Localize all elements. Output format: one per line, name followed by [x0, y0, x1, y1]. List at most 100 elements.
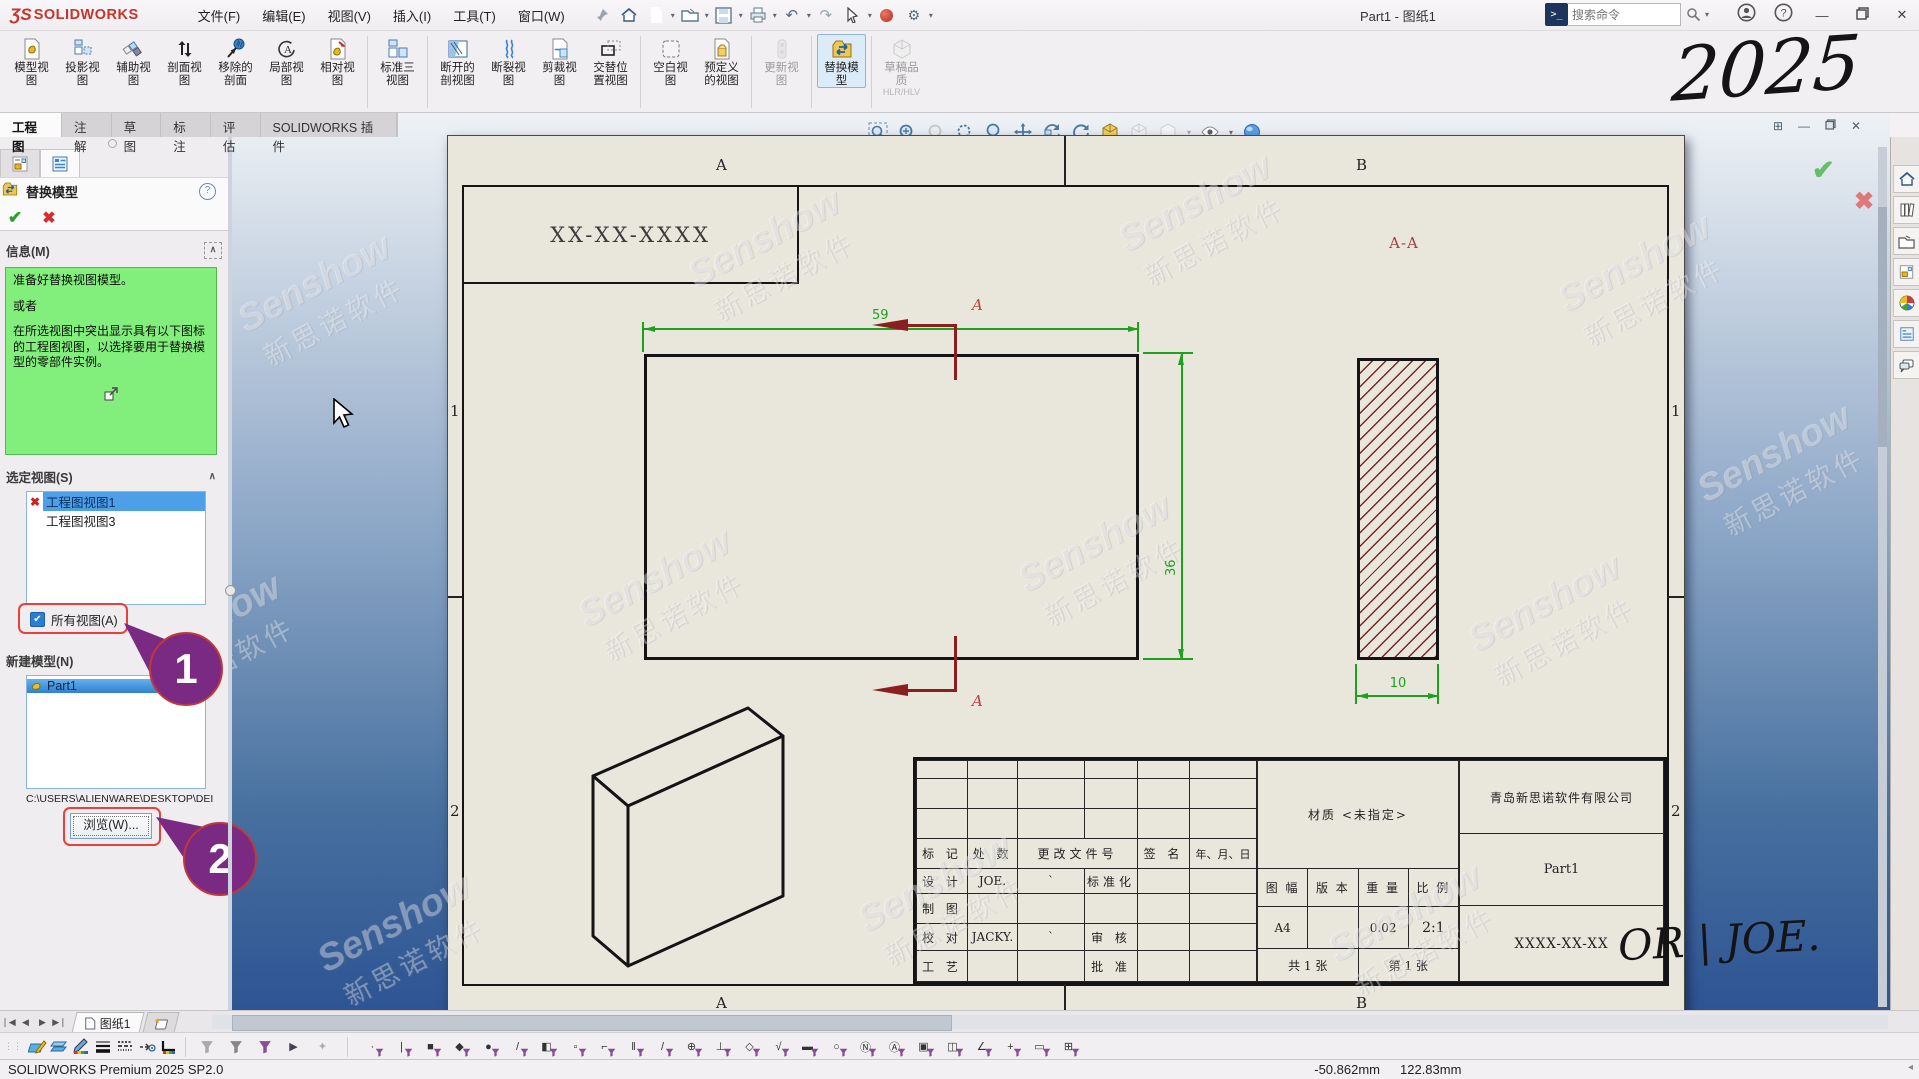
selected-views-group-header[interactable]: 选定视图(S) ∧: [6, 467, 222, 486]
last-sheet-button[interactable]: ▶❘: [51, 1013, 68, 1031]
remove-view-icon[interactable]: ✖: [27, 495, 43, 509]
menu-insert[interactable]: 插入(I): [382, 2, 442, 29]
new-document-caret[interactable]: ▾: [671, 11, 675, 20]
help-icon[interactable]: ?: [199, 183, 216, 200]
line-color-icon[interactable]: [70, 1036, 92, 1057]
home-button[interactable]: [617, 4, 641, 26]
select-cursor-icon[interactable]: ▶: [284, 1037, 303, 1056]
search-caret[interactable]: ▾: [1705, 10, 1709, 19]
select-button[interactable]: [841, 4, 865, 26]
ok-button[interactable]: ✔: [8, 208, 22, 228]
drawing-view-isometric[interactable]: [583, 698, 793, 988]
filter-surface-finish-icon[interactable]: Ⓐ: [885, 1037, 904, 1056]
appearances-icon[interactable]: [1893, 289, 1919, 317]
filter-midpoints-icon[interactable]: ⌐: [595, 1037, 614, 1056]
selected-views-list[interactable]: ✖ 工程图视图1 工程图视图3: [26, 491, 206, 605]
panel-splitter[interactable]: [228, 137, 232, 1010]
3dexperience-icon[interactable]: [875, 4, 899, 26]
filter-center-marks-icon[interactable]: ‖: [624, 1037, 643, 1056]
search-input[interactable]: [1568, 3, 1681, 26]
confirmation-corner-ok-icon[interactable]: ✔: [1812, 155, 1835, 186]
filter-centerlines-icon[interactable]: /: [653, 1037, 672, 1056]
crop-view-button[interactable]: 剪裁视图: [535, 34, 584, 88]
removed-section-button[interactable]: 移除的剖面: [211, 34, 260, 88]
doc-minimize-icon[interactable]: —: [1796, 119, 1812, 133]
dimension-text[interactable]: 36: [1164, 559, 1179, 576]
broken-out-section-button[interactable]: 断开的剖视图: [433, 34, 482, 88]
tab-evaluate[interactable]: 评估: [211, 113, 261, 137]
list-item-label[interactable]: 工程图视图3: [43, 511, 118, 530]
minimize-button[interactable]: —: [1811, 8, 1833, 23]
prev-sheet-button[interactable]: ◀: [17, 1013, 34, 1031]
filter-planes-icon[interactable]: /: [508, 1037, 527, 1056]
filter-balloons-icon[interactable]: √: [769, 1037, 788, 1056]
view-palette-icon[interactable]: [1893, 258, 1919, 286]
close-button[interactable]: ✕: [1891, 7, 1913, 23]
filter-blocks-icon[interactable]: ▣: [914, 1037, 933, 1056]
undo-button[interactable]: ↶: [780, 4, 804, 26]
layers-icon[interactable]: [48, 1036, 70, 1057]
doc-close-icon[interactable]: ✕: [1848, 119, 1864, 133]
undo-caret[interactable]: ▾: [807, 11, 811, 20]
menu-view[interactable]: 视图(V): [317, 2, 382, 29]
filter-connection-points-icon[interactable]: +: [1001, 1037, 1020, 1056]
filter-gtol-icon[interactable]: ○: [827, 1037, 846, 1056]
options-button[interactable]: ⚙: [902, 4, 926, 26]
custom-properties-icon[interactable]: [1893, 320, 1919, 348]
user-account-icon[interactable]: [1737, 3, 1756, 27]
menu-window[interactable]: 窗口(W): [507, 2, 576, 29]
new-document-button[interactable]: [644, 4, 668, 26]
add-sheet-tab[interactable]: [142, 1012, 179, 1033]
hide-show-edges-icon[interactable]: [136, 1036, 158, 1057]
doc-restore-icon[interactable]: [1822, 119, 1838, 133]
redo-button[interactable]: ↷: [814, 4, 838, 26]
cancel-button[interactable]: ✖: [42, 208, 55, 228]
forum-icon[interactable]: [1893, 351, 1919, 379]
menu-edit[interactable]: 编辑(E): [251, 2, 316, 29]
vertical-scrollbar-thumb[interactable]: [1878, 207, 1887, 447]
doc-tile-icon[interactable]: ⊞: [1770, 119, 1786, 133]
filter-off-icon[interactable]: [197, 1037, 216, 1056]
standard-3-view-button[interactable]: 标准三视图: [373, 34, 422, 88]
save-button[interactable]: [712, 4, 736, 26]
relative-view-button[interactable]: 相对视图: [313, 34, 362, 88]
list-item[interactable]: 工程图视图3: [27, 511, 205, 530]
dimension-text[interactable]: 10: [1378, 676, 1418, 691]
pin-menu-icon[interactable]: [590, 4, 614, 26]
search-icon[interactable]: [1681, 4, 1705, 26]
open-button[interactable]: [678, 4, 702, 26]
layer-properties-icon[interactable]: [26, 1036, 48, 1057]
filter-edges-icon[interactable]: |: [392, 1037, 411, 1056]
tab-solidworks-addins[interactable]: SOLIDWORKS 插件: [261, 113, 398, 137]
horizontal-scrollbar-thumb[interactable]: [232, 1015, 952, 1031]
confirmation-corner-cancel-icon[interactable]: ✖: [1854, 187, 1874, 216]
filter-sketch-segments-icon[interactable]: ▫: [566, 1037, 585, 1056]
filter-datums-icon[interactable]: Ⓝ: [856, 1037, 875, 1056]
filter-dimensions-icon[interactable]: ⊕: [682, 1037, 701, 1056]
graphics-area[interactable]: ▾ ▾ ⊞ — ✕ ✔ ✖ A B A B 1 2: [232, 113, 1890, 1010]
section-view-label[interactable]: A-A: [1364, 234, 1444, 252]
replace-model-button[interactable]: 替换模型: [817, 34, 866, 88]
vertical-scrollbar[interactable]: [1878, 147, 1887, 1007]
collapse-icon[interactable]: ∧: [209, 471, 216, 482]
filter-hatch-icon[interactable]: ⊞: [1059, 1037, 1078, 1056]
detail-view-button[interactable]: A局部视图: [262, 34, 311, 88]
save-caret[interactable]: ▾: [739, 11, 743, 20]
line-thickness-icon[interactable]: [92, 1036, 114, 1057]
design-library-icon[interactable]: [1893, 196, 1919, 224]
filter-notes-icon[interactable]: ◇: [740, 1037, 759, 1056]
filter-solids-icon[interactable]: ◆: [450, 1037, 469, 1056]
panel-grip[interactable]: [108, 139, 117, 148]
filter-weld-symbols-icon[interactable]: ▬: [798, 1037, 817, 1056]
filter-sketch-points-icon[interactable]: ◧: [537, 1037, 556, 1056]
menu-tools[interactable]: 工具(T): [442, 2, 507, 29]
drawing-view-1[interactable]: [644, 354, 1139, 660]
drawing-sheet[interactable]: A B A B 1 2 1 2 XX-XX-XXXX 59: [447, 135, 1685, 1010]
auxiliary-view-button[interactable]: 辅助视图: [109, 34, 158, 88]
open-caret[interactable]: ▾: [705, 11, 709, 20]
list-item-label[interactable]: 工程图视图1: [43, 492, 205, 511]
menu-file[interactable]: 文件(F): [187, 2, 252, 29]
tab-sketch[interactable]: 草图: [112, 113, 162, 137]
print-caret[interactable]: ▾: [773, 11, 777, 20]
filter-axes-icon[interactable]: ●: [479, 1037, 498, 1056]
